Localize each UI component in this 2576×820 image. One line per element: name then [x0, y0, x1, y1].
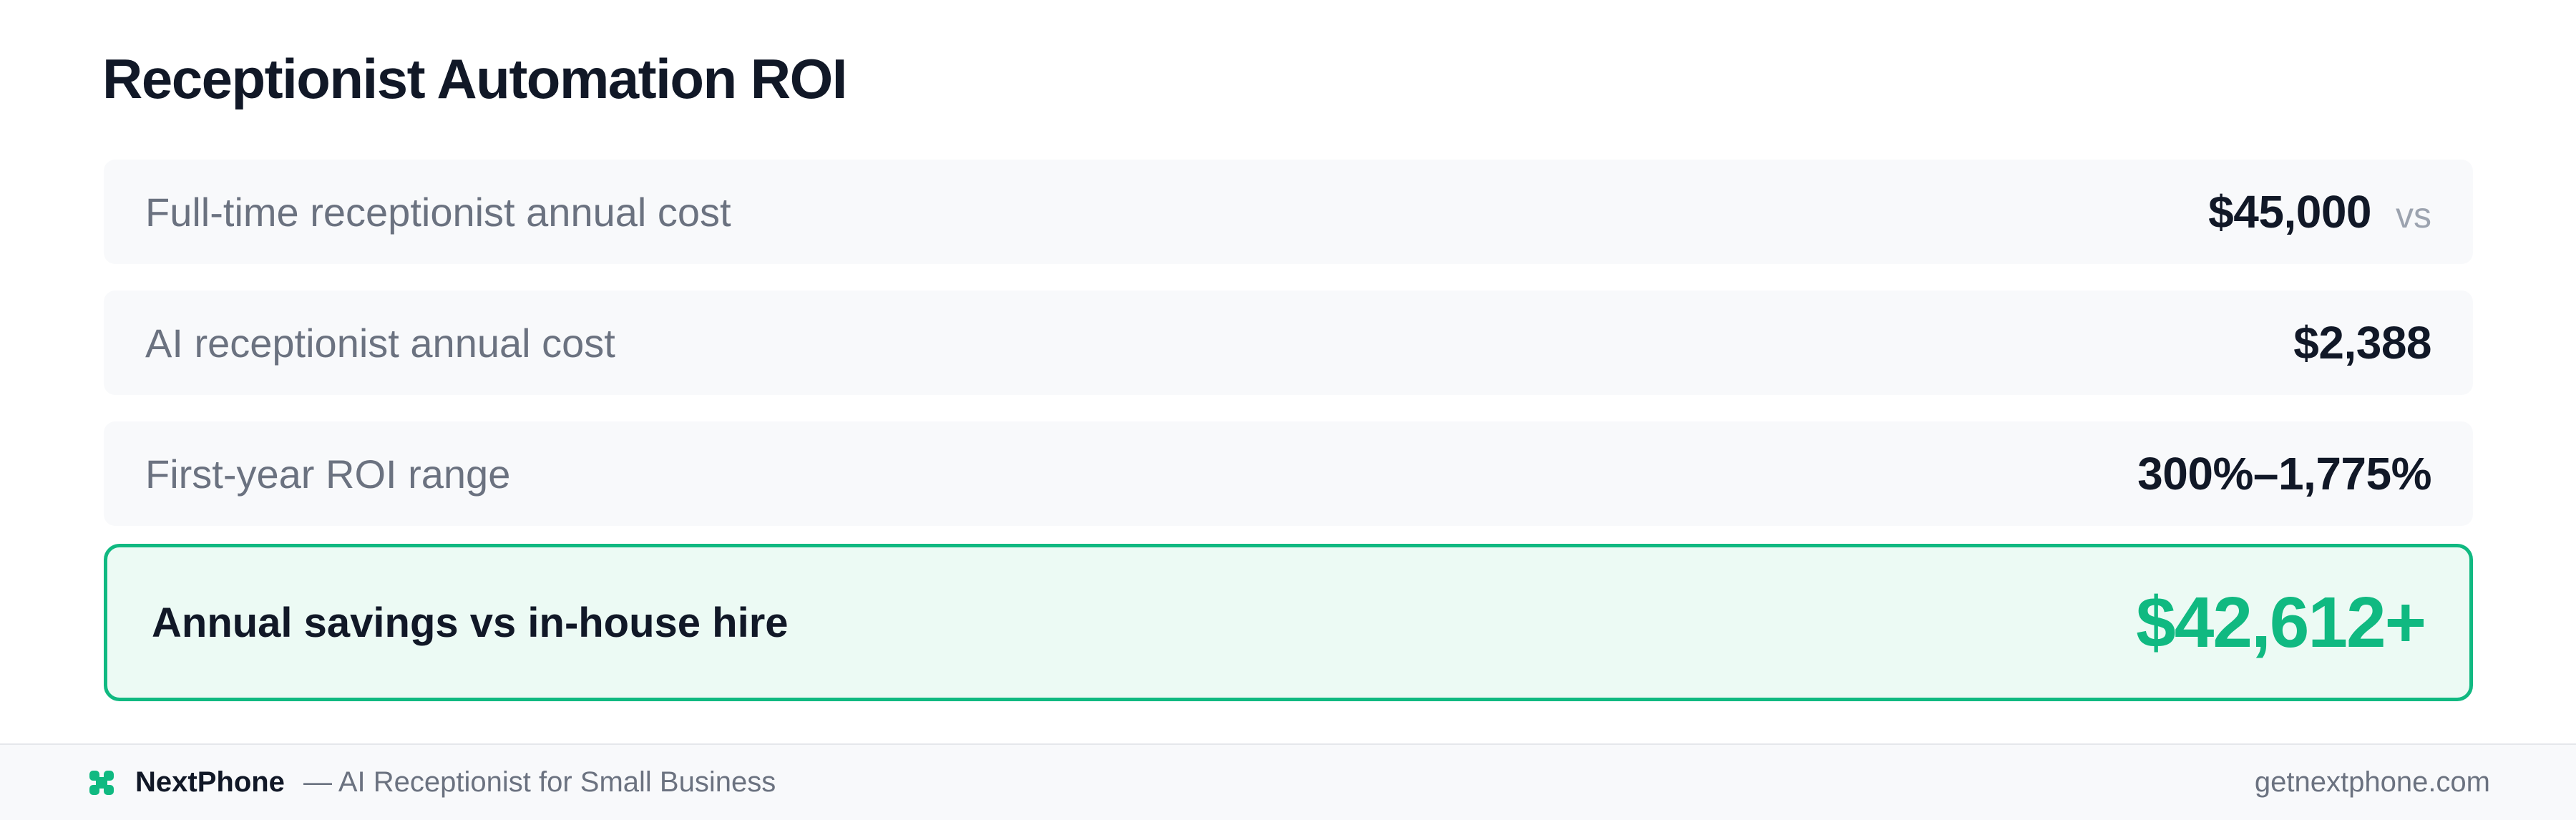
brand-tagline: — AI Receptionist for Small Business — [303, 766, 776, 798]
roi-range-row: First-year ROI range 300%–1,775% — [104, 421, 2473, 526]
row-value: 300%–1,775% — [2137, 448, 2431, 499]
website-link[interactable]: getnextphone.com — [2255, 766, 2490, 799]
row-label: AI receptionist annual cost — [145, 320, 615, 366]
savings-label: Annual savings vs in-house hire — [152, 599, 789, 646]
cost-row-ai-receptionist: AI receptionist annual cost $2,388 — [104, 291, 2473, 395]
savings-value: $42,612+ — [2136, 582, 2426, 663]
brand-name: NextPhone — [135, 766, 285, 798]
row-value: $2,388 — [2293, 317, 2431, 368]
annual-savings-highlight: Annual savings vs in-house hire $42,612+ — [104, 544, 2473, 701]
vs-label: vs — [2396, 195, 2431, 235]
row-value-group: $45,000 vs — [2208, 185, 2431, 238]
row-value-group: $2,388 — [2293, 316, 2431, 369]
cost-row-full-time-receptionist: Full-time receptionist annual cost $45,0… — [104, 160, 2473, 264]
nextphone-logo-icon — [89, 770, 114, 795]
row-value-group: 300%–1,775% — [2137, 447, 2431, 500]
page-title: Receptionist Automation ROI — [102, 47, 847, 110]
row-label: First-year ROI range — [145, 451, 511, 497]
row-label: Full-time receptionist annual cost — [145, 189, 731, 235]
row-value: $45,000 — [2208, 186, 2371, 238]
footer-bar: NextPhone — AI Receptionist for Small Bu… — [0, 743, 2576, 820]
footer-brand-group: NextPhone — AI Receptionist for Small Bu… — [89, 766, 776, 799]
roi-card: Receptionist Automation ROI Full-time re… — [0, 0, 2576, 820]
